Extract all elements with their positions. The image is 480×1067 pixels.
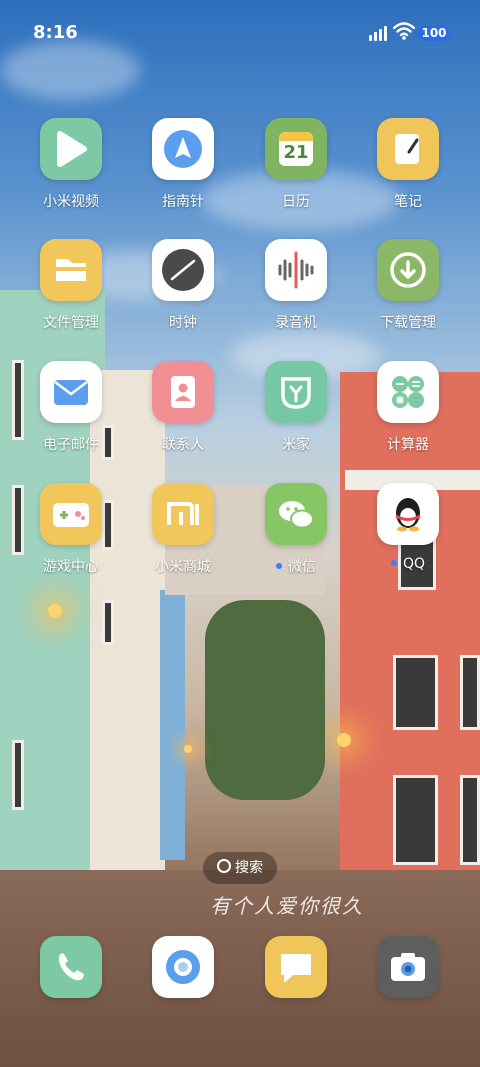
app-label: 米家	[282, 437, 310, 453]
gamepad-icon	[40, 483, 102, 545]
app-label-text: 微信	[288, 559, 316, 575]
mi-store-icon	[152, 483, 214, 545]
app-label: 日历	[282, 194, 310, 210]
app-label: 小米商城	[155, 559, 211, 575]
app-label: 微信	[246, 556, 346, 576]
status-time: 8:16	[33, 22, 78, 43]
waveform-icon	[265, 239, 327, 301]
new-badge-dot	[276, 563, 282, 569]
mijia-icon	[265, 361, 327, 423]
signal-icon	[369, 26, 387, 41]
compass-icon	[152, 118, 214, 180]
app-label: 指南针	[162, 194, 204, 210]
app-calculator[interactable]: 计算器	[358, 361, 458, 454]
app-notes[interactable]: 笔记	[358, 118, 458, 211]
app-label: 录音机	[275, 315, 317, 331]
app-label: QQ	[358, 556, 458, 572]
folder-icon	[40, 239, 102, 301]
app-mi-video[interactable]: 小米视频	[21, 118, 121, 211]
app-mi-store[interactable]: 小米商城	[133, 483, 233, 576]
camera-icon	[377, 936, 439, 998]
new-badge-dot	[390, 560, 397, 566]
calendar-icon: 21	[265, 118, 327, 180]
app-label: 游戏中心	[43, 559, 99, 575]
app-compass[interactable]: 指南针	[133, 118, 233, 211]
app-label: 时钟	[169, 315, 197, 331]
dock-messages[interactable]	[246, 936, 346, 998]
app-label: 小米视频	[43, 194, 99, 210]
app-mijia[interactable]: 米家	[246, 361, 346, 454]
app-game-center[interactable]: 游戏中心	[21, 483, 121, 576]
dock-camera[interactable]	[358, 936, 458, 998]
app-label: 计算器	[387, 437, 429, 453]
app-label: 下载管理	[380, 315, 436, 331]
dock-browser[interactable]	[133, 936, 233, 998]
app-label-text: QQ	[402, 556, 426, 572]
app-label: 文件管理	[43, 315, 99, 331]
app-qq[interactable]: QQ	[358, 483, 458, 572]
app-download-manager[interactable]: 下载管理	[358, 239, 458, 332]
clock-icon	[152, 239, 214, 301]
app-contacts[interactable]: 联系人	[133, 361, 233, 454]
phone-icon	[40, 936, 102, 998]
status-bar: 8:16 100	[0, 0, 480, 68]
app-file-manager[interactable]: 文件管理	[21, 239, 121, 332]
app-email[interactable]: 电子邮件	[21, 361, 121, 454]
wifi-icon	[393, 22, 415, 40]
app-label: 笔记	[394, 194, 422, 210]
play-icon	[40, 118, 102, 180]
browser-icon	[152, 936, 214, 998]
app-label: 联系人	[162, 437, 204, 453]
download-icon	[377, 239, 439, 301]
dock-phone[interactable]	[21, 936, 121, 998]
wallpaper-handwriting: 有个人爱你很久	[210, 894, 364, 918]
wechat-icon	[265, 483, 327, 545]
app-calendar[interactable]: 21 日历	[246, 118, 346, 211]
battery-indicator: 100	[418, 25, 450, 41]
contacts-icon	[152, 361, 214, 423]
calendar-date: 21	[283, 142, 309, 163]
search-button[interactable]: 搜索	[203, 852, 277, 884]
app-wechat[interactable]: 微信	[246, 483, 346, 576]
app-label: 电子邮件	[43, 437, 99, 453]
qq-icon	[377, 483, 439, 545]
calculator-icon	[377, 361, 439, 423]
app-recorder[interactable]: 录音机	[246, 239, 346, 332]
mail-icon	[40, 361, 102, 423]
search-label: 搜索	[235, 860, 263, 876]
notes-icon	[377, 118, 439, 180]
app-clock[interactable]: 时钟	[133, 239, 233, 332]
search-icon	[217, 859, 231, 873]
messages-icon	[265, 936, 327, 998]
